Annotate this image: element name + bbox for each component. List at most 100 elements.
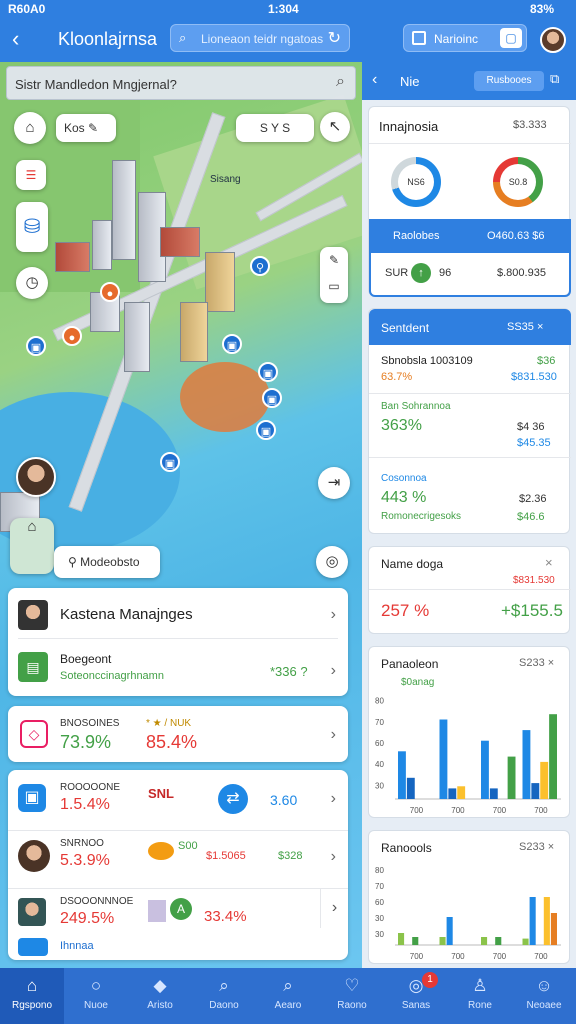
back-arrow-icon[interactable]: ‹ — [12, 26, 19, 52]
map-pin-icon[interactable]: ▣ — [222, 334, 242, 354]
avatar[interactable] — [540, 27, 566, 53]
stat-label: Ihnnaa — [60, 940, 94, 952]
chevron-right-icon[interactable]: › — [331, 662, 336, 680]
notification-badge: 1 — [422, 972, 438, 988]
stat-percent-secondary: 85.4% — [146, 732, 198, 752]
chevron-right-icon[interactable]: › — [331, 790, 336, 808]
map-pin-icon[interactable]: ▣ — [26, 336, 46, 356]
nav-item-neoaee[interactable]: ☺ Neoaee — [512, 968, 576, 1024]
map-pin-icon[interactable]: ● — [100, 282, 120, 302]
chart-title: Ranoools — [381, 841, 432, 855]
search-placeholder: Lioneaon teidr ngatoas — [201, 32, 324, 46]
layers-icon[interactable]: ☰ — [16, 160, 46, 190]
nav-item-daono[interactable]: ⌕ Daono — [192, 968, 256, 1024]
export-icon[interactable]: ⇥ — [318, 467, 350, 499]
building-marker-icon[interactable]: ⌂ — [10, 518, 54, 574]
panel-header-button[interactable]: Rusbooes — [474, 71, 544, 91]
chevron-right-icon[interactable]: › — [331, 726, 336, 744]
nav-item-aearo[interactable]: ⌕ Aearo — [256, 968, 320, 1024]
bar — [507, 756, 516, 799]
chevron-right-icon[interactable]: › — [320, 888, 348, 928]
name-card-percent: 257 % — [381, 601, 430, 620]
tag-icon: ◇ — [20, 720, 48, 748]
divider — [8, 888, 348, 889]
compass-icon[interactable]: ↖ — [320, 112, 350, 142]
stat-mid: S00 — [178, 840, 198, 852]
bar — [412, 937, 419, 945]
card-manager[interactable]: Kastena Manajnges › ▤ Boegeont Soteoncci… — [8, 588, 348, 696]
sentiment-title: Sentdent — [381, 321, 430, 335]
refresh-icon[interactable]: ↻ — [328, 28, 341, 48]
nav-item-raono[interactable]: ♡ Raono — [320, 968, 384, 1024]
close-icon[interactable]: × — [545, 555, 553, 570]
map-pin-icon[interactable]: ▣ — [262, 388, 282, 408]
chevron-right-icon[interactable]: › — [331, 848, 336, 866]
summary-band: Raolobes O460.63 $6 — [369, 219, 571, 253]
sentiment-row-title: Cosonnoa — [381, 473, 427, 484]
map-pin-icon[interactable]: ⚲ — [250, 256, 270, 276]
nav-item-aristo[interactable]: ◆ Aristo — [128, 968, 192, 1024]
sentiment-row-value: $2.36 — [519, 493, 547, 505]
clock-icon[interactable]: ◷ — [16, 267, 48, 299]
pen-icon[interactable]: ✎ — [329, 253, 339, 267]
window-icon[interactable]: ▢ — [500, 28, 522, 48]
building — [205, 252, 235, 312]
trash-icon[interactable]: ▭ — [328, 279, 339, 293]
map-tools[interactable]: S Y S — [236, 114, 314, 142]
share-icon[interactable]: ⧉ — [550, 71, 559, 87]
x-tick-label: 700 — [493, 952, 507, 961]
search-icon: ⌕ — [179, 30, 187, 45]
header-action-button[interactable]: Narioinc ▢ — [403, 24, 527, 52]
search-icon[interactable]: ⌕ — [336, 73, 345, 91]
summary-value: $3.333 — [513, 119, 547, 131]
back-arrow-icon[interactable]: ‹ — [372, 71, 377, 89]
y-tick-label: 40 — [375, 760, 384, 769]
card-stat-group: ▣ ROOOOONE 1.5.4% SNL ⇄ 3.60 › SNRNOO 5.… — [8, 770, 348, 960]
nav-icon: ◆ — [153, 976, 167, 995]
x-tick-label: 700 — [410, 952, 424, 961]
row-mid: 96 — [439, 267, 452, 279]
home-icon[interactable]: ⌂ — [14, 112, 46, 144]
panel-header: ‹ Nie Rusbooes ⧉ — [362, 62, 576, 100]
map-pin-icon[interactable]: ● — [62, 326, 82, 346]
name-card[interactable]: Name doga × $831.530 257 % +$155.5 — [368, 546, 571, 634]
map-pin-icon[interactable]: ▣ — [256, 420, 276, 440]
summary-title: Innajnosia — [379, 119, 439, 134]
map-side-tools[interactable]: ✎ ▭ — [320, 247, 348, 303]
bar-chart: 80 70 60 30 30 700 700 700 700 — [369, 859, 571, 963]
arrow-up-icon: ↑ — [411, 263, 431, 283]
status-carrier: R60A0 — [8, 2, 46, 16]
card-stat-1[interactable]: ◇ BNOSOINES 73.9% * ★ / NUK 85.4% › — [8, 706, 348, 762]
row-value: $.800.935 — [497, 267, 546, 279]
tower — [112, 160, 136, 260]
summary-row[interactable]: SUR ↑ 96 $.800.935 — [369, 253, 571, 297]
search-input[interactable]: ⌕ Lioneaon teidr ngatoas ↻ — [170, 24, 350, 52]
location-pill[interactable]: ⚲ Modeobsto — [54, 546, 160, 578]
y-tick-label: 70 — [375, 882, 384, 891]
divider — [369, 393, 571, 394]
nav-item-sanas[interactable]: ◎ Sanas 1 — [384, 968, 448, 1024]
shopping-bag-icon[interactable]: ⛁ — [16, 202, 48, 252]
map-search-input[interactable]: Sistr Mandledon Mngjernal? ⌕ — [6, 66, 356, 100]
chevron-right-icon[interactable]: › — [331, 606, 336, 624]
nav-item-nuoe[interactable]: ○ Nuoe — [64, 968, 128, 1024]
location-pill-label: Modeobsto — [80, 555, 140, 569]
chart-head-value: S233 × — [519, 657, 555, 669]
person-avatar — [18, 898, 46, 926]
bar — [540, 761, 549, 799]
map-pin-icon[interactable]: ▣ — [258, 362, 278, 382]
y-tick-label: 70 — [375, 718, 384, 727]
map-pin-icon[interactable]: ▣ — [160, 452, 180, 472]
chart-head-value: S233 × — [519, 841, 555, 853]
nav-item-rone[interactable]: ♙ Rone — [448, 968, 512, 1024]
nav-item-rgspono[interactable]: ⌂ Rgspono — [0, 968, 64, 1024]
divider — [8, 830, 348, 831]
y-tick-label: 60 — [375, 739, 384, 748]
bar — [543, 897, 550, 945]
locate-icon[interactable]: ◎ — [316, 546, 348, 578]
stat-value: $1.5065 — [206, 850, 246, 862]
user-map-avatar[interactable] — [16, 457, 56, 497]
bar — [481, 937, 488, 945]
map-chip[interactable]: Kos ✎ — [56, 114, 116, 142]
park-label: Sisang — [210, 174, 241, 185]
